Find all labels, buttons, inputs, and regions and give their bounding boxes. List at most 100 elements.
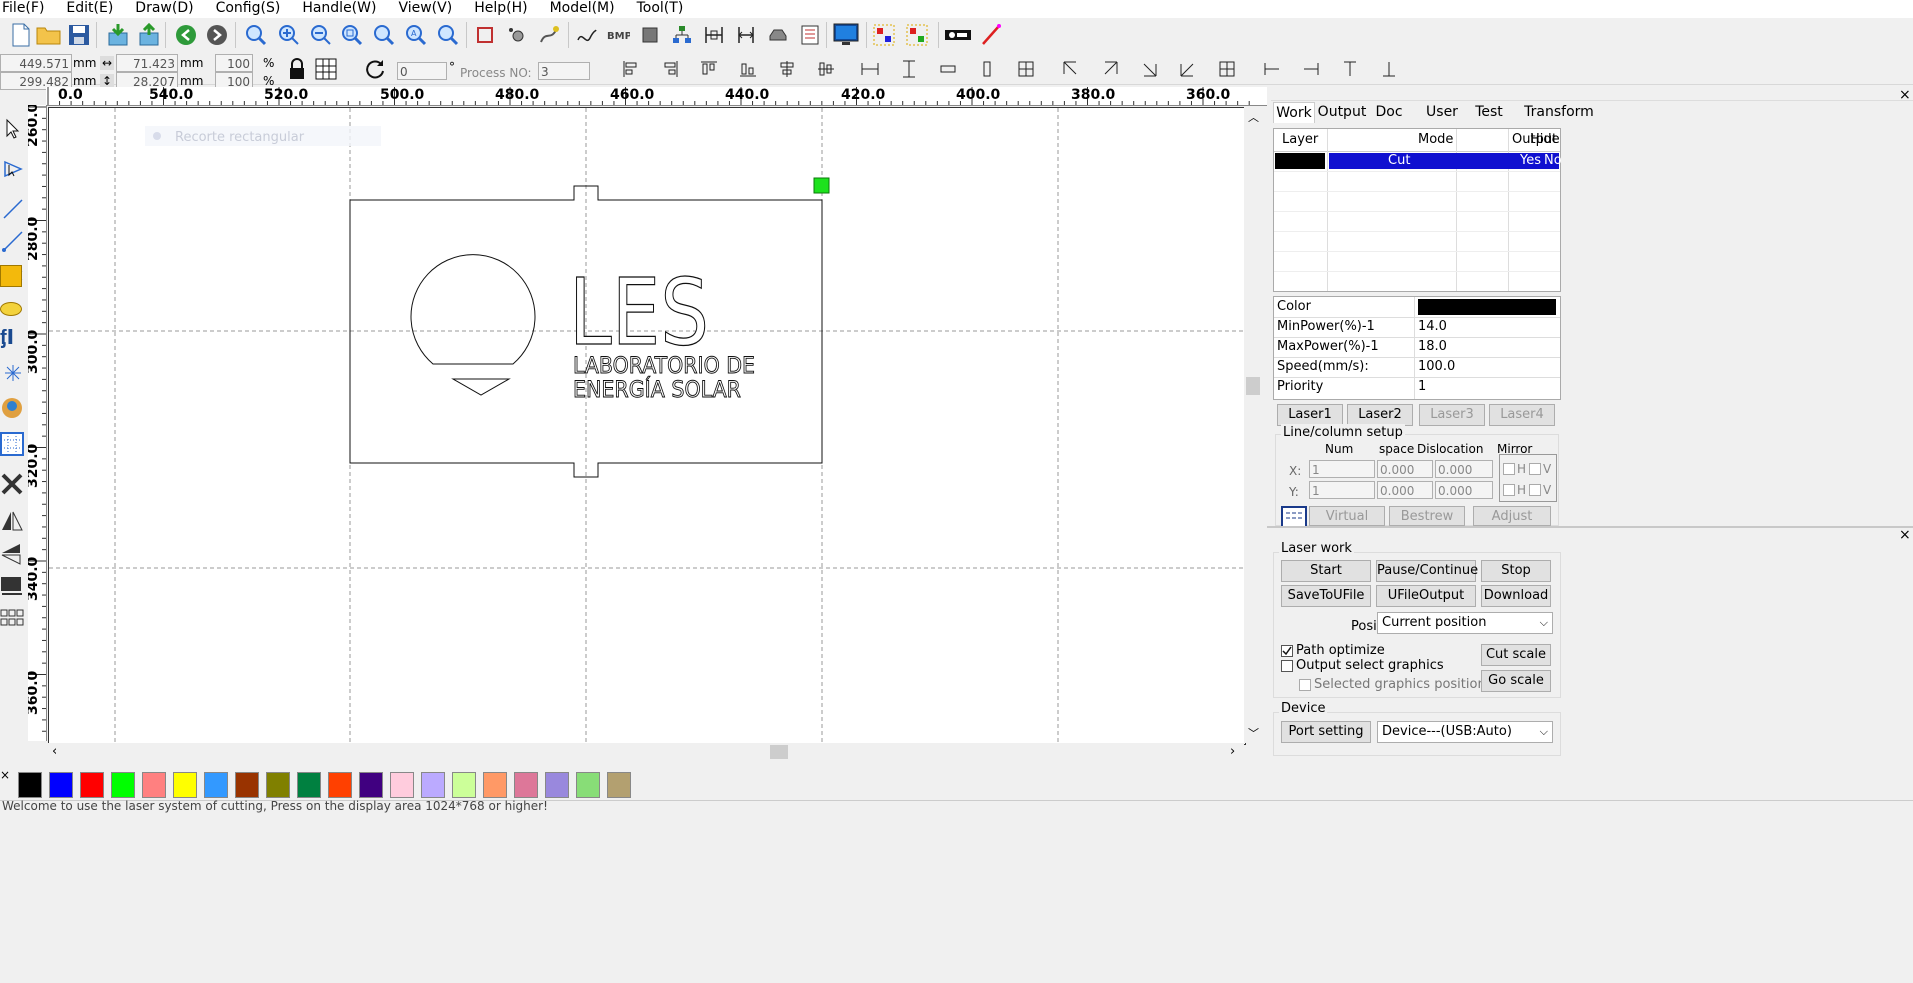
layer-list-icon[interactable]	[795, 20, 825, 50]
color-swatch[interactable]	[483, 772, 507, 798]
undo-icon[interactable]	[171, 20, 201, 50]
array-grid-icon[interactable]	[1281, 506, 1307, 528]
logo-triangle-shape[interactable]	[451, 378, 511, 396]
tab-user[interactable]: User	[1419, 102, 1465, 122]
start-button[interactable]: Start	[1281, 560, 1371, 582]
scroll-left-icon[interactable]: ‹	[52, 744, 57, 759]
menu-draw[interactable]: Draw(D)	[133, 0, 193, 18]
color-swatch[interactable]	[514, 772, 538, 798]
center-page-icon[interactable]	[1213, 54, 1241, 84]
lock-icon[interactable]	[284, 54, 310, 84]
dock-right-icon[interactable]	[1297, 54, 1325, 84]
laser1-button[interactable]: Laser1	[1277, 404, 1343, 426]
curve-icon[interactable]	[572, 20, 602, 50]
scroll-right-icon[interactable]: ›	[1230, 744, 1235, 759]
menu-file[interactable]: File(F)	[0, 0, 44, 18]
smooth-curve-icon[interactable]	[534, 20, 564, 50]
color-swatch[interactable]	[49, 772, 73, 798]
color-swatch[interactable]	[576, 772, 600, 798]
corner-tr-icon[interactable]	[1096, 54, 1124, 84]
align-left-icon[interactable]	[617, 54, 645, 84]
logo-line2-text[interactable]: ENERGÍA SOLAR	[573, 377, 742, 404]
menu-tool[interactable]: Tool(T)	[635, 0, 684, 18]
horizontal-scrollbar[interactable]: ‹ ›	[48, 743, 1244, 761]
y-dislocation-field[interactable]: 0.000	[1435, 481, 1493, 499]
align-top-icon[interactable]	[695, 54, 723, 84]
go-scale-button[interactable]: Go scale	[1481, 670, 1551, 692]
tab-test[interactable]: Test	[1467, 102, 1511, 122]
x-position-field[interactable]: 449.571	[0, 54, 72, 72]
output-select-checkbox[interactable]	[1281, 660, 1293, 672]
y-mirror-h-checkbox[interactable]	[1503, 484, 1515, 496]
delete-icon[interactable]	[0, 472, 24, 496]
y-mirror-v-checkbox[interactable]	[1529, 484, 1541, 496]
fill-rect-icon[interactable]	[635, 20, 665, 50]
monitor-icon[interactable]	[831, 20, 861, 50]
download-button[interactable]: Download	[1481, 585, 1551, 607]
y-num-field[interactable]: 1	[1309, 481, 1375, 499]
color-swatch[interactable]	[204, 772, 228, 798]
center-icon[interactable]	[1012, 54, 1040, 84]
zoom-out-icon[interactable]	[306, 20, 336, 50]
color-swatch[interactable]	[328, 772, 352, 798]
dock-top-icon[interactable]	[1336, 54, 1364, 84]
tab-output[interactable]: Output	[1317, 102, 1367, 122]
tab-doc[interactable]: Doc	[1367, 102, 1411, 122]
polyline-icon[interactable]	[2, 230, 24, 252]
ufile-output-button[interactable]: UFileOutput	[1376, 585, 1476, 607]
dot-icon[interactable]	[2, 362, 24, 384]
logo-line1-text[interactable]: LABORATORIO DE	[573, 354, 756, 380]
zoom-page-icon[interactable]	[369, 20, 399, 50]
device-select[interactable]: Device---(USB:Auto) ⌵	[1377, 721, 1553, 743]
align-right-icon[interactable]	[656, 54, 684, 84]
prop-color-value[interactable]	[1418, 299, 1556, 315]
zoom-select-icon[interactable]	[433, 20, 463, 50]
corner-bl-icon[interactable]	[1174, 54, 1202, 84]
prop-minpower-value[interactable]: 14.0	[1418, 317, 1447, 337]
color-swatch[interactable]	[390, 772, 414, 798]
logo-les-text[interactable]: LES	[568, 258, 709, 366]
export-icon[interactable]	[134, 20, 164, 50]
output-icon[interactable]	[0, 574, 24, 598]
port-setting-button[interactable]: Port setting	[1281, 721, 1371, 743]
pause-continue-button[interactable]: Pause/Continue	[1376, 560, 1478, 582]
layer-color-swatch[interactable]	[1275, 153, 1325, 169]
array-icon[interactable]	[0, 606, 24, 630]
color-swatch[interactable]	[359, 772, 383, 798]
prop-priority-value[interactable]: 1	[1418, 377, 1426, 397]
align-center-h-icon[interactable]	[812, 54, 840, 84]
tab-transform[interactable]: Transform	[1523, 102, 1595, 122]
layer-hide-cell[interactable]: No	[1544, 151, 1562, 171]
layer-output-cell[interactable]: Yes	[1520, 151, 1541, 171]
rotate-icon[interactable]	[362, 54, 388, 84]
dock-left-icon[interactable]	[1258, 54, 1286, 84]
array-select-icon[interactable]	[869, 20, 899, 50]
import-icon[interactable]	[103, 20, 133, 50]
palette-close-icon[interactable]: ×	[0, 769, 10, 781]
menu-help[interactable]: Help(H)	[472, 0, 527, 18]
stop-button[interactable]: Stop	[1481, 560, 1551, 582]
align-bottom-icon[interactable]	[734, 54, 762, 84]
laser3-button[interactable]: Laser3	[1419, 404, 1485, 426]
bestrew-button[interactable]: Bestrew	[1389, 506, 1465, 526]
x-mirror-h-checkbox[interactable]	[1503, 463, 1515, 475]
tab-work[interactable]: Work	[1273, 102, 1315, 123]
laser-head-icon[interactable]	[943, 20, 973, 50]
grid-position-icon[interactable]	[313, 54, 339, 84]
line-icon[interactable]	[2, 198, 24, 220]
color-swatch[interactable]	[142, 772, 166, 798]
h-equal-icon[interactable]	[934, 54, 962, 84]
adjust-button[interactable]: Adjust	[1473, 506, 1551, 526]
h-space-icon[interactable]	[731, 20, 761, 50]
color-swatch[interactable]	[18, 772, 42, 798]
color-swatch[interactable]	[452, 772, 476, 798]
x-num-field[interactable]: 1	[1309, 460, 1375, 478]
menu-handle[interactable]: Handle(W)	[300, 0, 376, 18]
x-mirror-v-checkbox[interactable]	[1529, 463, 1541, 475]
process-field[interactable]: 3	[538, 62, 590, 80]
redo-icon[interactable]	[202, 20, 232, 50]
text-tool-icon[interactable]: ᶂI	[0, 326, 24, 350]
h-distribute-icon[interactable]	[699, 20, 729, 50]
tree-icon[interactable]	[667, 20, 697, 50]
menu-view[interactable]: View(V)	[396, 0, 452, 18]
